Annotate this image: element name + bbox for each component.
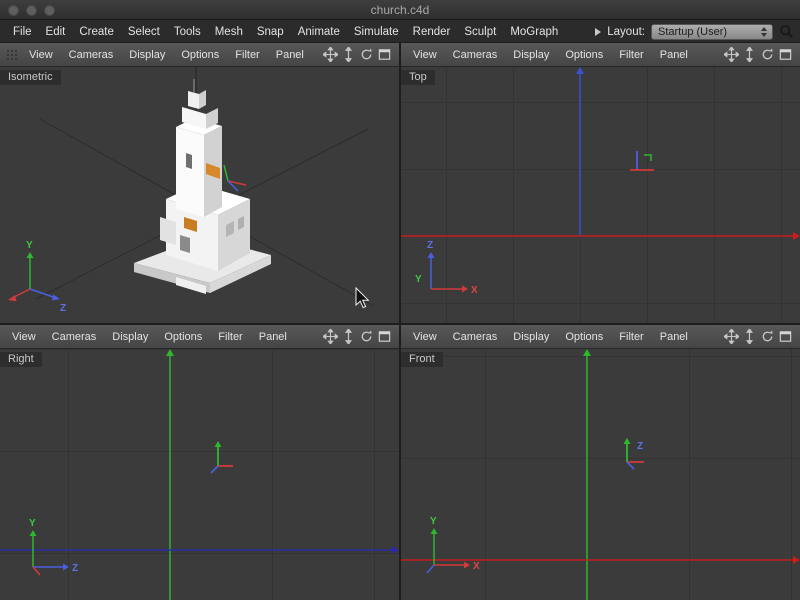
- vp-menu-panel[interactable]: Panel: [268, 49, 312, 61]
- vp-menu-panel[interactable]: Panel: [652, 49, 696, 61]
- vp-menu-panel[interactable]: Panel: [652, 331, 696, 343]
- vp-menu-cameras[interactable]: Cameras: [61, 49, 122, 61]
- zoom-icon[interactable]: [742, 329, 757, 344]
- pan-icon[interactable]: [323, 47, 338, 62]
- vp-menu-view[interactable]: View: [21, 49, 61, 61]
- vp-menu-filter[interactable]: Filter: [611, 49, 651, 61]
- svg-text:Z: Z: [60, 303, 66, 314]
- mouse-cursor: [356, 288, 368, 308]
- title-bar: church.c4d: [0, 0, 800, 20]
- vp-menu-cameras[interactable]: Cameras: [445, 49, 506, 61]
- maximize-viewport-icon[interactable]: [778, 329, 793, 344]
- viewport-top-panel: View Cameras Display Options Filter Pane…: [401, 43, 800, 323]
- viewport-front-panel: View Cameras Display Options Filter Pane…: [401, 325, 800, 600]
- menu-edit[interactable]: Edit: [39, 26, 73, 38]
- viewport-front[interactable]: Front: [401, 349, 800, 600]
- viewport-right-menubar: View Cameras Display Options Filter Pane…: [0, 325, 399, 349]
- maximize-viewport-icon[interactable]: [377, 329, 392, 344]
- svg-text:Z: Z: [427, 240, 433, 251]
- vp-menu-display[interactable]: Display: [505, 331, 557, 343]
- search-icon[interactable]: [779, 24, 794, 39]
- pan-icon[interactable]: [724, 329, 739, 344]
- grid: [401, 349, 800, 600]
- menu-tools[interactable]: Tools: [167, 26, 208, 38]
- layout-dropdown[interactable]: Startup (User): [651, 24, 773, 40]
- vp-menu-panel[interactable]: Panel: [251, 331, 295, 343]
- vp-menu-cameras[interactable]: Cameras: [44, 331, 105, 343]
- menu-sculpt[interactable]: Sculpt: [457, 26, 503, 38]
- dropdown-chevrons-icon: [761, 27, 767, 37]
- vp-menu-display[interactable]: Display: [505, 49, 557, 61]
- viewport-drag-handle-icon[interactable]: [5, 48, 19, 62]
- vp-menu-options[interactable]: Options: [557, 49, 611, 61]
- viewport-label-isometric: Isometric: [0, 70, 61, 85]
- menu-snap[interactable]: Snap: [250, 26, 291, 38]
- pan-icon[interactable]: [323, 329, 338, 344]
- grid: [0, 349, 399, 600]
- viewport-right[interactable]: Right: [0, 349, 399, 600]
- vp-menu-filter[interactable]: Filter: [210, 331, 250, 343]
- vp-menu-cameras[interactable]: Cameras: [445, 331, 506, 343]
- viewport-right-panel: View Cameras Display Options Filter Pane…: [0, 325, 399, 600]
- svg-text:Z: Z: [72, 563, 78, 574]
- maximize-viewport-icon[interactable]: [778, 47, 793, 62]
- viewport-top-menubar: View Cameras Display Options Filter Pane…: [401, 43, 800, 67]
- vp-menu-options[interactable]: Options: [173, 49, 227, 61]
- vp-menu-filter[interactable]: Filter: [611, 331, 651, 343]
- pan-icon[interactable]: [724, 47, 739, 62]
- church-model[interactable]: [134, 79, 271, 294]
- menu-animate[interactable]: Animate: [291, 26, 347, 38]
- svg-text:Y: Y: [430, 516, 437, 527]
- main-menubar: File Edit Create Select Tools Mesh Snap …: [0, 21, 800, 43]
- window-title: church.c4d: [0, 0, 800, 20]
- vp-menu-options[interactable]: Options: [156, 331, 210, 343]
- menu-render[interactable]: Render: [406, 26, 458, 38]
- vp-menu-display[interactable]: Display: [121, 49, 173, 61]
- maximize-viewport-icon[interactable]: [377, 47, 392, 62]
- svg-text:Z: Z: [637, 441, 643, 452]
- svg-text:Y: Y: [29, 518, 36, 529]
- layout-dropdown-value: Startup (User): [658, 26, 727, 38]
- vp-menu-view[interactable]: View: [405, 331, 445, 343]
- viewport-isometric-panel: View Cameras Display Options Filter Pane…: [0, 43, 399, 323]
- svg-text:Y: Y: [26, 240, 33, 251]
- menu-create[interactable]: Create: [72, 26, 121, 38]
- zoom-icon[interactable]: [742, 47, 757, 62]
- viewport-label-front: Front: [401, 352, 443, 367]
- layout-disclosure-icon[interactable]: [595, 28, 601, 36]
- vp-menu-display[interactable]: Display: [104, 331, 156, 343]
- zoom-icon[interactable]: [341, 329, 356, 344]
- zoom-icon[interactable]: [341, 47, 356, 62]
- vp-menu-filter[interactable]: Filter: [227, 49, 267, 61]
- layout-label: Layout:: [607, 26, 645, 38]
- app-window: { "window": { "title": "church.c4d" }, "…: [0, 0, 800, 600]
- menu-simulate[interactable]: Simulate: [347, 26, 406, 38]
- viewport-isometric-menubar: View Cameras Display Options Filter Pane…: [0, 43, 399, 67]
- svg-text:Y: Y: [415, 274, 422, 285]
- svg-text:X: X: [471, 285, 478, 296]
- menu-mograph[interactable]: MoGraph: [503, 26, 565, 38]
- viewport-front-menubar: View Cameras Display Options Filter Pane…: [401, 325, 800, 349]
- viewport-isometric[interactable]: Isometric: [0, 67, 399, 323]
- vp-menu-options[interactable]: Options: [557, 331, 611, 343]
- object-axis-gizmo[interactable]: [224, 165, 246, 191]
- vp-menu-view[interactable]: View: [405, 49, 445, 61]
- menu-mesh[interactable]: Mesh: [208, 26, 250, 38]
- viewport-grid: View Cameras Display Options Filter Pane…: [0, 43, 800, 600]
- viewport-label-top: Top: [401, 70, 435, 85]
- svg-text:X: X: [473, 561, 480, 572]
- menu-file[interactable]: File: [6, 26, 39, 38]
- grid: [401, 67, 800, 323]
- viewport-top[interactable]: Top: [401, 67, 800, 323]
- rotate-icon[interactable]: [760, 47, 775, 62]
- menu-select[interactable]: Select: [121, 26, 167, 38]
- viewport-label-right: Right: [0, 352, 42, 367]
- rotate-icon[interactable]: [760, 329, 775, 344]
- rotate-icon[interactable]: [359, 47, 374, 62]
- rotate-icon[interactable]: [359, 329, 374, 344]
- vp-menu-view[interactable]: View: [4, 331, 44, 343]
- corner-axis-indicator: Y Z: [8, 240, 66, 314]
